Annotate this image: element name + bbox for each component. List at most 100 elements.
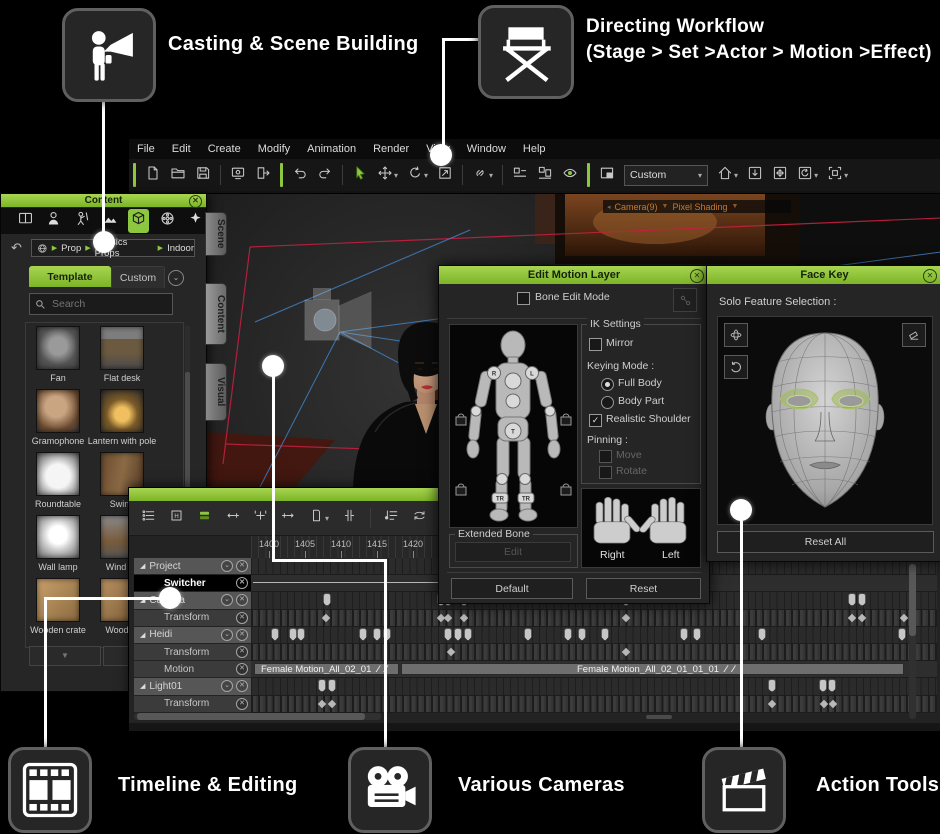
lantern-thumbnail[interactable] (100, 389, 144, 433)
toolbar-import-button[interactable] (747, 165, 763, 186)
toolbar-rotate-button[interactable]: ▾ (407, 165, 428, 186)
toolbar-rotate-box-button[interactable]: ▾ (797, 165, 818, 186)
track-content-light01-7[interactable] (251, 678, 937, 695)
reset-all-button[interactable]: Reset All (717, 531, 934, 553)
keyframe-pin[interactable] (444, 628, 452, 641)
chevron-down-icon[interactable]: ▾ (394, 171, 398, 180)
menu-file[interactable]: File (137, 143, 155, 155)
keyframe-diamond[interactable] (318, 699, 326, 707)
scrollbar-horizontal[interactable] (134, 713, 381, 720)
track-content-transform-8[interactable] (251, 696, 937, 713)
keyframe-pin[interactable] (898, 628, 906, 641)
pin-move-checkbox[interactable] (599, 450, 612, 463)
keyframe-pin[interactable] (464, 628, 472, 641)
chevron-down-icon[interactable]: ⌄ (168, 270, 184, 286)
keyframe-diamond[interactable] (622, 613, 630, 621)
toolbar-export-button[interactable] (255, 165, 271, 186)
keyframe-pin[interactable] (373, 628, 381, 641)
scrollbar-vertical[interactable] (909, 561, 916, 719)
scrollbar-thumb[interactable] (909, 564, 916, 636)
breadcrumb-item[interactable]: Indoor (167, 243, 194, 254)
gramophone-thumbnail[interactable] (36, 389, 80, 433)
walllamp-thumbnail[interactable] (36, 515, 80, 559)
keyframe-pin[interactable] (819, 679, 827, 692)
remove-track-icon[interactable]: ✕ (236, 680, 248, 692)
track-content-transform-3[interactable] (251, 610, 937, 627)
track-content-motion-6[interactable]: Female Motion_All_02_01∕∕Female Motion_A… (251, 661, 937, 678)
body-ik-viewer[interactable]: RLT TRTR (449, 324, 578, 528)
keyframe-diamond[interactable] (322, 613, 330, 621)
expand-icon[interactable]: ⌄ (221, 594, 233, 606)
edit-clip-icon[interactable]: ∕ (377, 664, 379, 675)
keyframe-diamond[interactable] (768, 699, 776, 707)
chevron-down-icon[interactable]: ▼ (732, 203, 739, 210)
toolbar-save-button[interactable] (195, 165, 211, 186)
track-transform-5[interactable]: Transform✕ (134, 644, 251, 660)
keyframe-diamond[interactable] (622, 648, 630, 656)
shading-selector[interactable]: Pixel Shading (672, 202, 727, 212)
keyframe-pin[interactable] (680, 628, 688, 641)
keyframe-pin[interactable] (454, 628, 462, 641)
mirror-checkbox[interactable] (589, 338, 602, 351)
desk-thumbnail[interactable] (100, 326, 144, 370)
keyframe-pin[interactable] (524, 628, 532, 641)
keyframe-pin[interactable] (578, 628, 586, 641)
remove-track-icon[interactable]: ✕ (236, 646, 248, 658)
collapse-arrow-icon[interactable]: ◢ (140, 631, 145, 639)
remove-track-icon[interactable]: ✕ (236, 629, 248, 641)
toolbar-scale-button[interactable] (437, 165, 453, 186)
full-body-radio[interactable] (601, 378, 614, 391)
chevron-down-icon[interactable]: ▾ (734, 171, 738, 180)
keyframe-pin[interactable] (323, 593, 331, 606)
menu-window[interactable]: Window (467, 143, 506, 155)
toolbar-link-button[interactable]: ▾ (472, 165, 493, 186)
toolbar-frame-button[interactable]: ▾ (827, 165, 848, 186)
menu-edit[interactable]: Edit (172, 143, 191, 155)
chevron-down-icon[interactable]: ▾ (489, 171, 493, 180)
dock-tab-content[interactable]: Content (205, 283, 227, 345)
keyframe-pin[interactable] (289, 628, 297, 641)
keyframe-diamond[interactable] (848, 613, 856, 621)
category-props-tab[interactable] (128, 209, 149, 233)
camera-selector[interactable]: Camera(9) (615, 202, 658, 212)
track-light01-7[interactable]: ◢Light01⌄✕ (134, 678, 251, 694)
hand-selector[interactable]: Right Left (581, 488, 701, 568)
keyframe-pin[interactable] (564, 628, 572, 641)
keyframe-diamond[interactable] (447, 648, 455, 656)
keyframe-pin[interactable] (848, 593, 856, 606)
toolbar-move-box-button[interactable] (772, 165, 788, 186)
chevron-down-icon[interactable]: ▼ (662, 203, 669, 210)
toolbar-visibility-button[interactable] (562, 165, 578, 186)
realistic-shoulder-checkbox[interactable]: ✓ (589, 414, 602, 427)
category-actor-tab[interactable] (43, 209, 64, 233)
remove-track-icon[interactable]: ✕ (236, 577, 248, 589)
bone-icon-button[interactable] (673, 288, 697, 312)
right-hand-label[interactable]: Right (600, 549, 625, 561)
category-animation-tab[interactable] (72, 209, 93, 233)
track-heidi-4[interactable]: ◢Heidi⌄✕ (134, 627, 251, 643)
track-project-0[interactable]: ◢Project⌄✕ (134, 558, 251, 574)
keyframe-pin[interactable] (318, 679, 326, 692)
toolbar-align-left-button[interactable] (512, 165, 528, 186)
keyframe-pin[interactable] (758, 628, 766, 641)
track-camera-2[interactable]: ◢Camera⌄✕ (134, 592, 251, 608)
expand-icon[interactable]: ⌄ (221, 560, 233, 572)
toolbar-dock-button[interactable] (599, 165, 615, 186)
crate-thumbnail[interactable] (36, 578, 80, 622)
keyframe-diamond[interactable] (444, 613, 452, 621)
pin-rotate-checkbox[interactable] (599, 466, 612, 479)
menu-create[interactable]: Create (208, 143, 241, 155)
dock-tab-visual[interactable]: Visual (205, 363, 227, 421)
content-item[interactable]: Flat desk (87, 326, 157, 383)
track-switcher-1[interactable]: Switcher✕ (134, 575, 251, 591)
expand-icon[interactable]: ⌄ (221, 629, 233, 641)
toolbar-new-button[interactable] (145, 165, 161, 186)
keyframe-pin[interactable] (297, 628, 305, 641)
keyframe-pin[interactable] (328, 679, 336, 692)
keyframe-diamond[interactable] (820, 699, 828, 707)
breadcrumb-item[interactable]: Prop (61, 243, 81, 254)
keyframe-diamond[interactable] (858, 613, 866, 621)
menu-modify[interactable]: Modify (258, 143, 290, 155)
rotate-3d-icon[interactable] (724, 323, 748, 347)
toolbar-preview-button[interactable] (230, 165, 246, 186)
